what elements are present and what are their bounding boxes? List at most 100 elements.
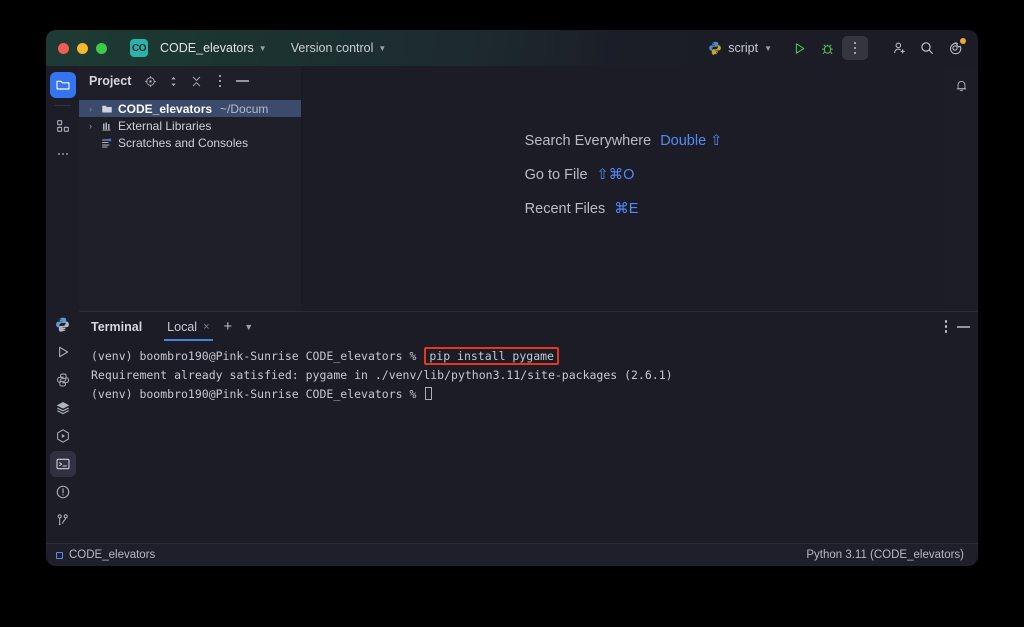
chevron-right-icon[interactable]: › <box>85 104 96 114</box>
ide-window: CO CODE_elevators ▼ Version control ▼ sc… <box>46 30 978 566</box>
terminal-line: (venv) boombro190@Pink-Sunrise CODE_elev… <box>85 385 978 404</box>
editor-empty-state[interactable]: Search Everywhere Double ⇧ Go to File ⇧⌘… <box>302 66 945 311</box>
hint-label: Search Everywhere <box>525 133 652 149</box>
hide-panel-icon[interactable] <box>233 72 252 91</box>
hint-label: Go to File <box>525 167 588 183</box>
sidebar-item-structure[interactable] <box>50 113 76 139</box>
terminal-header: Terminal Local × + ▼ <box>79 312 978 341</box>
settings-notification-dot <box>960 38 966 44</box>
project-options-icon[interactable] <box>210 72 229 91</box>
tree-row-scratches-and-consoles[interactable]: Scratches and Consoles <box>79 134 301 151</box>
close-icon[interactable]: × <box>203 321 209 333</box>
collapse-all-icon[interactable] <box>187 72 206 91</box>
terminal-tool-window: Terminal Local × + ▼ (venv) boombro190@P… <box>79 311 978 543</box>
hint-recent-files: Recent Files ⌘E <box>525 201 723 217</box>
terminal-line: Requirement already satisfied: pygame in… <box>85 366 978 385</box>
terminal-line: (venv) boombro190@Pink-Sunrise CODE_elev… <box>85 347 978 366</box>
hint-search-everywhere: Search Everywhere Double ⇧ <box>525 133 723 149</box>
python-packages-icon <box>55 372 71 388</box>
folder-icon <box>100 103 114 115</box>
structure-icon <box>55 118 71 134</box>
status-bar-left[interactable]: CODE_elevators <box>56 549 155 561</box>
scratches-icon <box>100 137 114 149</box>
run-icon <box>792 41 807 56</box>
left-tool-rail <box>46 66 79 543</box>
rail-divider <box>54 105 71 106</box>
settings-button[interactable] <box>942 36 968 60</box>
terminal-command-highlighted: pip install pygame <box>424 347 559 365</box>
library-icon <box>100 120 114 132</box>
account-button[interactable] <box>886 36 912 60</box>
hint-shortcut: ⇧⌘O <box>597 167 635 183</box>
sidebar-item-python-packages[interactable] <box>50 367 76 393</box>
python-icon <box>54 316 71 333</box>
chevron-down-icon: ▼ <box>764 44 772 53</box>
git-branch-icon <box>55 512 71 528</box>
sidebar-item-run[interactable] <box>50 339 76 365</box>
shortcut-hints: Search Everywhere Double ⇧ Go to File ⇧⌘… <box>525 133 723 235</box>
right-tool-rail <box>945 66 978 311</box>
python-logo-icon <box>708 41 722 55</box>
sidebar-item-more[interactable] <box>50 141 76 167</box>
terminal-prompt: (venv) boombro190@Pink-Sunrise CODE_elev… <box>91 349 423 363</box>
tree-row-code-elevators[interactable]: › CODE_elevators ~/Docum <box>79 100 301 117</box>
terminal-cursor <box>425 387 432 400</box>
layers-icon <box>55 400 71 416</box>
terminal-header-actions <box>945 320 971 333</box>
play-icon <box>55 344 71 360</box>
terminal-tab-label: Local <box>167 320 197 334</box>
search-icon <box>919 40 935 56</box>
hint-shortcut: Double ⇧ <box>660 133 722 149</box>
terminal-options-icon[interactable] <box>945 320 948 333</box>
maximize-window-button[interactable] <box>96 43 107 54</box>
sidebar-item-run-anything[interactable] <box>50 423 76 449</box>
debug-icon <box>820 41 835 56</box>
status-bar: CODE_elevators Python 3.11 (CODE_elevato… <box>46 543 978 566</box>
expand-collapse-icon[interactable] <box>164 72 183 91</box>
tree-row-external-libraries[interactable]: › External Libraries <box>79 117 301 134</box>
hint-label: Recent Files <box>525 201 606 217</box>
locate-icon[interactable] <box>141 72 160 91</box>
hint-go-to-file: Go to File ⇧⌘O <box>525 167 723 183</box>
search-button[interactable] <box>914 36 940 60</box>
project-selector[interactable]: CO CODE_elevators ▼ <box>125 36 272 60</box>
terminal-title: Terminal <box>91 320 142 334</box>
project-tool-window: Project <box>79 66 302 311</box>
folder-icon <box>55 77 71 93</box>
more-options-icon <box>854 42 857 55</box>
hint-shortcut: ⌘E <box>614 201 638 217</box>
more-actions-button[interactable] <box>842 36 868 60</box>
sidebar-item-services[interactable] <box>50 395 76 421</box>
tree-item-label: CODE_elevators <box>118 102 212 116</box>
chevron-down-icon: ▼ <box>378 44 386 53</box>
run-configuration-selector[interactable]: script ▼ <box>703 38 780 58</box>
close-window-button[interactable] <box>58 43 69 54</box>
hexagon-play-icon <box>55 428 71 444</box>
minimize-window-button[interactable] <box>77 43 88 54</box>
tree-item-label: Scratches and Consoles <box>118 136 248 150</box>
run-button[interactable] <box>786 36 812 60</box>
project-badge-icon: CO <box>130 39 148 57</box>
terminal-tab-local[interactable]: Local × <box>164 312 212 341</box>
chevron-down-icon[interactable]: ▼ <box>244 322 253 332</box>
sidebar-item-terminal[interactable] <box>50 451 76 477</box>
sidebar-item-python-console[interactable] <box>50 311 76 337</box>
terminal-output-text: Requirement already satisfied: pygame in… <box>91 368 673 382</box>
version-control-menu[interactable]: Version control ▼ <box>286 38 392 58</box>
sidebar-item-version-control[interactable] <box>50 507 76 533</box>
terminal-output[interactable]: (venv) boombro190@Pink-Sunrise CODE_elev… <box>79 341 978 543</box>
title-bar-actions: script ▼ <box>703 36 968 60</box>
sidebar-item-project[interactable] <box>50 72 76 98</box>
title-bar: CO CODE_elevators ▼ Version control ▼ sc… <box>46 30 978 66</box>
new-terminal-tab-button[interactable]: + <box>224 318 233 335</box>
debug-button[interactable] <box>814 36 840 60</box>
project-panel-header: Project <box>79 66 301 96</box>
status-interpreter[interactable]: Python 3.11 (CODE_elevators) <box>806 549 964 561</box>
chevron-right-icon[interactable]: › <box>85 121 96 131</box>
hide-terminal-icon[interactable] <box>957 326 970 328</box>
warning-circle-icon <box>55 484 71 500</box>
notifications-button[interactable] <box>949 72 975 98</box>
project-panel-title: Project <box>89 74 131 88</box>
terminal-prompt: (venv) boombro190@Pink-Sunrise CODE_elev… <box>91 387 423 401</box>
sidebar-item-problems[interactable] <box>50 479 76 505</box>
